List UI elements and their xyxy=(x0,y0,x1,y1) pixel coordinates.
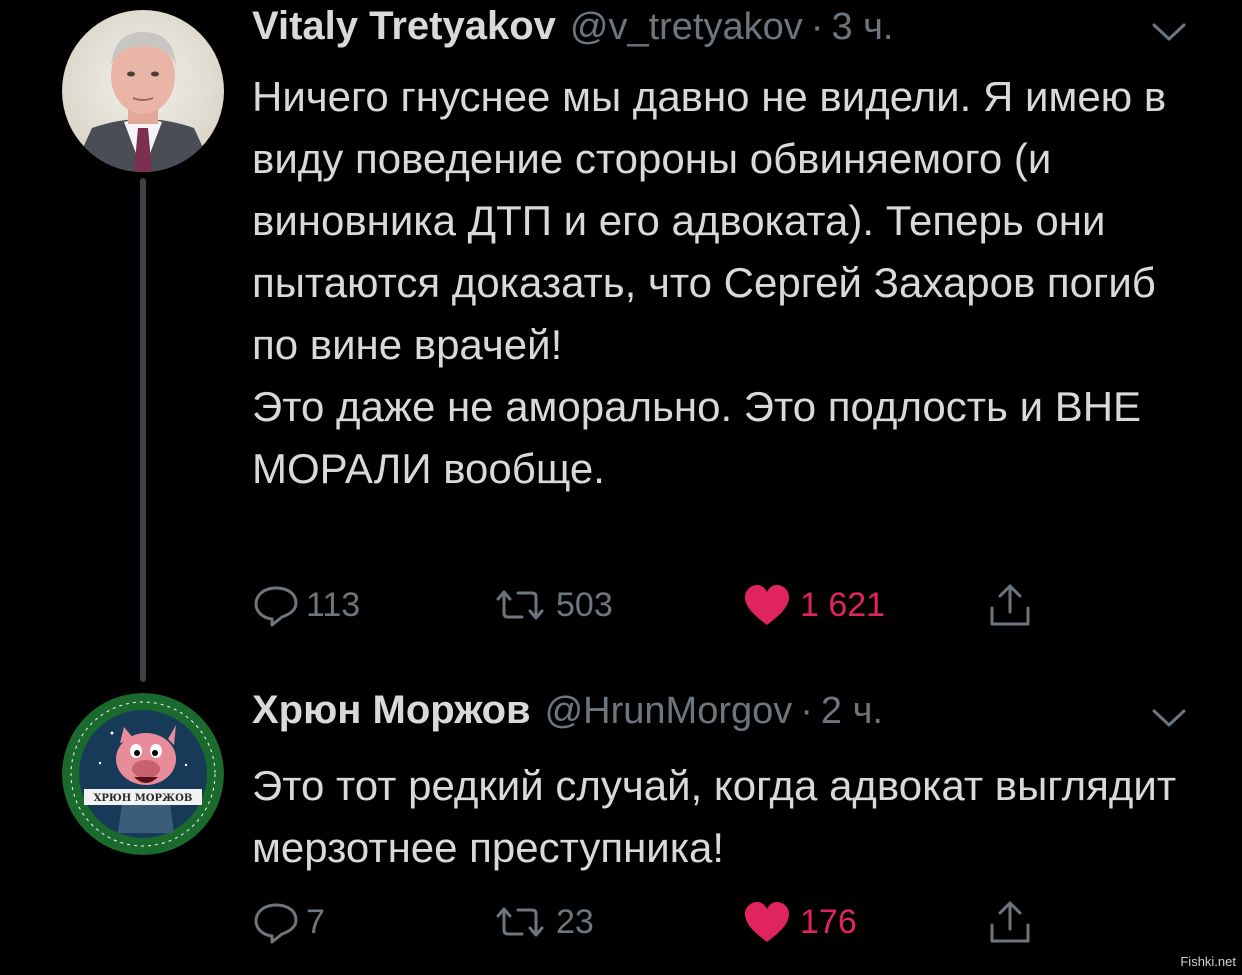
share-button[interactable] xyxy=(987,897,1033,947)
reply-button[interactable]: 7 xyxy=(252,897,325,947)
like-button[interactable]: 1 621 xyxy=(742,580,885,630)
share-upload-icon xyxy=(990,901,1030,943)
tweet-actions: 113 503 1 621 xyxy=(252,580,1052,630)
tweet-actions: 7 23 176 xyxy=(252,897,1052,947)
chevron-down-icon[interactable] xyxy=(1150,20,1188,44)
timestamp[interactable]: 2 ч. xyxy=(821,690,883,733)
svg-text:ХРЮН МОРЖОВ: ХРЮН МОРЖОВ xyxy=(94,793,193,804)
avatar[interactable]: ХРЮН МОРЖОВ xyxy=(62,693,224,855)
reply-count: 113 xyxy=(306,585,361,624)
heart-filled-icon xyxy=(745,585,789,625)
avatar[interactable] xyxy=(62,10,224,172)
timestamp[interactable]: 3 ч. xyxy=(831,6,893,49)
chevron-down-icon[interactable] xyxy=(1150,706,1188,730)
user-handle[interactable]: @HrunMorgov xyxy=(545,690,793,733)
avatar-image xyxy=(62,10,224,172)
separator: · xyxy=(810,6,824,48)
display-name[interactable]: Vitaly Tretyakov xyxy=(252,4,556,49)
like-button[interactable]: 176 xyxy=(742,897,857,947)
retweet-icon xyxy=(496,907,544,937)
like-count: 1 621 xyxy=(800,585,886,624)
retweet-button[interactable]: 503 xyxy=(490,580,613,630)
watermark: Fishki.net xyxy=(1180,954,1236,969)
retweet-icon xyxy=(496,590,544,620)
tweet-header: Хрюн Моржов @HrunMorgov · 2 ч. xyxy=(252,688,883,748)
separator: · xyxy=(800,690,813,732)
avatar-image: ХРЮН МОРЖОВ xyxy=(62,693,224,855)
tweet-text: Ничего гнуснее мы давно не видели. Я име… xyxy=(252,73,1167,492)
reply-bubble-icon xyxy=(254,903,298,944)
tweet-text: Это тот редкий случай, когда адвокат выг… xyxy=(252,762,1177,871)
user-handle[interactable]: @v_tretyakov xyxy=(570,6,803,49)
reply-button[interactable]: 113 xyxy=(252,580,360,630)
reply-bubble-icon xyxy=(254,586,298,627)
retweet-button[interactable]: 23 xyxy=(490,897,594,947)
retweet-count: 23 xyxy=(556,902,594,941)
tweet[interactable]: Vitaly Tretyakov @v_tretyakov · 3 ч. Нич… xyxy=(0,0,1242,660)
share-upload-icon xyxy=(990,584,1030,626)
reply-count: 7 xyxy=(306,902,325,941)
tweet[interactable]: ХРЮН МОРЖОВ Хрюн Моржов @HrunMorgov · 2 … xyxy=(0,675,1242,975)
retweet-count: 503 xyxy=(556,585,613,624)
heart-filled-icon xyxy=(745,902,789,942)
tweet-header: Vitaly Tretyakov @v_tretyakov · 3 ч. xyxy=(252,4,893,64)
display-name[interactable]: Хрюн Моржов xyxy=(252,688,531,733)
like-count: 176 xyxy=(800,902,857,941)
share-button[interactable] xyxy=(987,580,1033,630)
